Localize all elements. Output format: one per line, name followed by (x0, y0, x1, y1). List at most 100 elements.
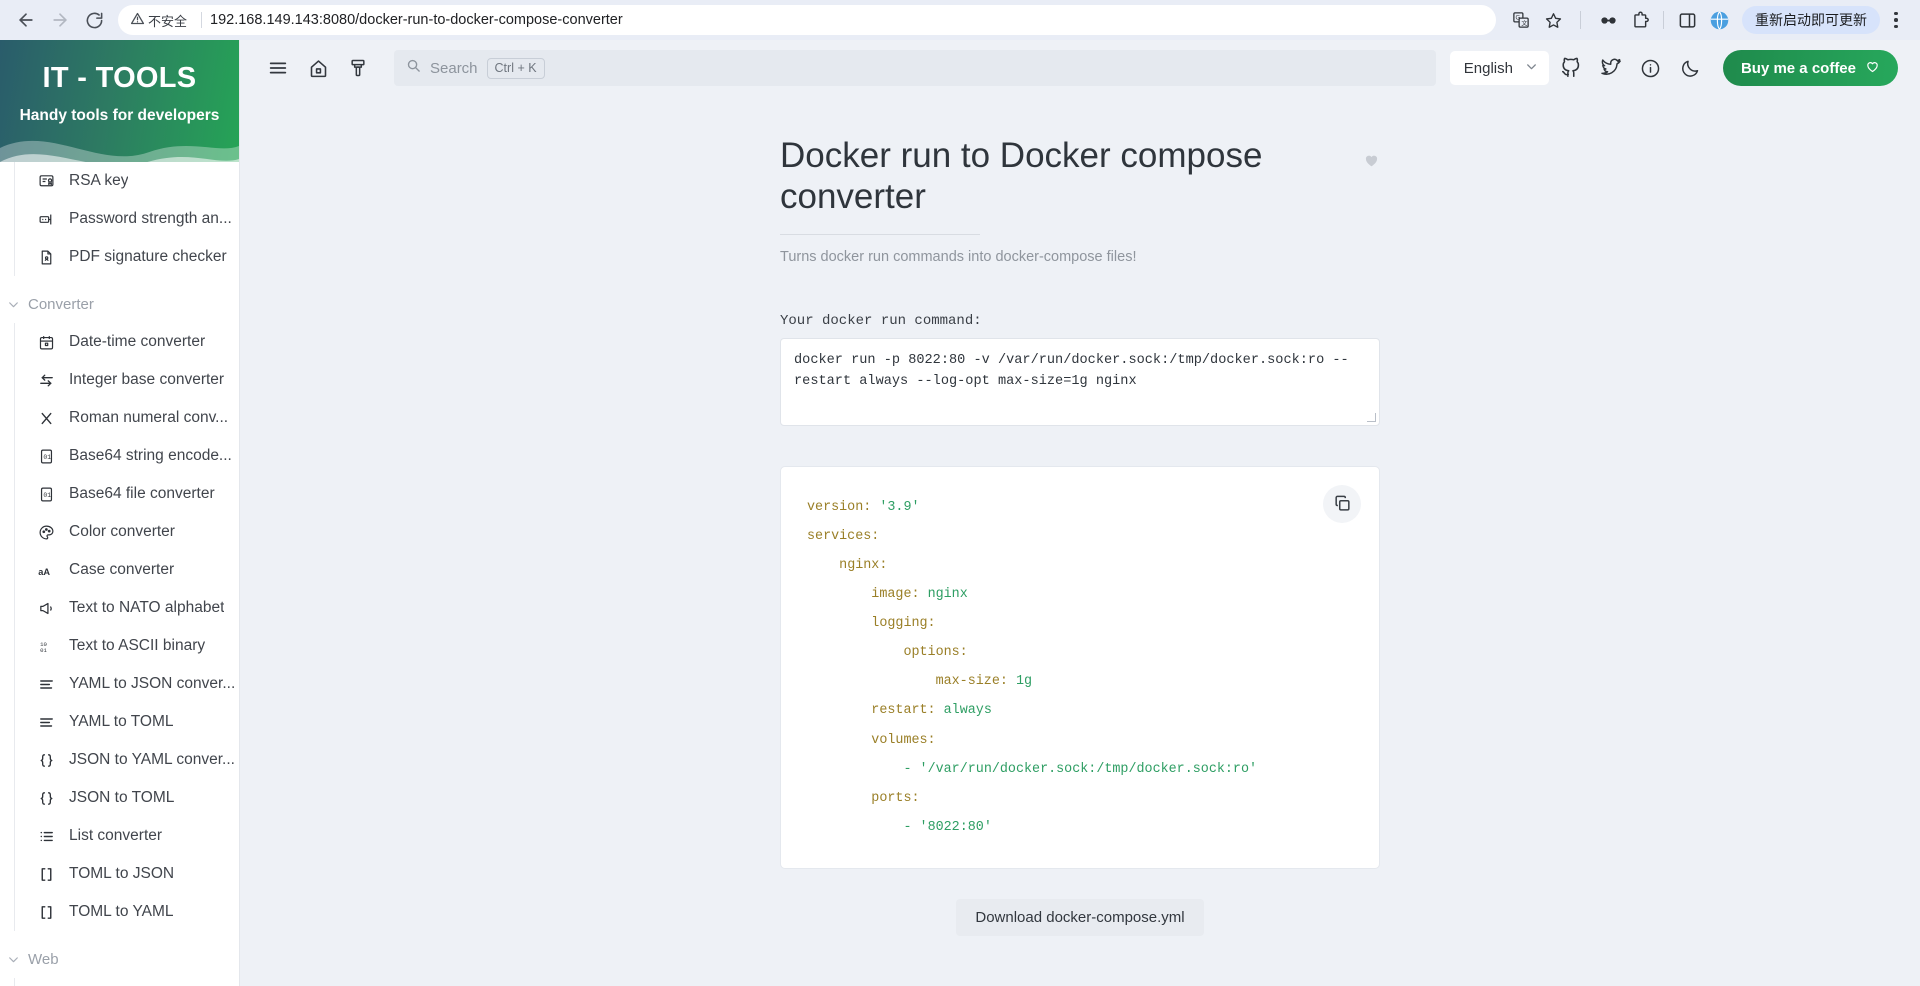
coffee-button-label: Buy me a coffee (1740, 59, 1856, 77)
title-divider (780, 233, 980, 235)
info-circle-icon[interactable] (1633, 50, 1669, 86)
copy-icon[interactable] (1323, 484, 1361, 523)
main-area: Search Ctrl + K English Buy me a coffee … (240, 40, 1920, 986)
sidebar-item-0[interactable]: RSA key (14, 162, 239, 200)
sidebar-item-converter-11[interactable]: JSON to YAML conver... (14, 741, 239, 779)
sidebar-item-label: Base64 file converter (69, 485, 215, 502)
sidebar-item-label: Roman numeral conv... (69, 409, 229, 426)
sidebar-item-converter-8[interactable]: 10 01 Text to ASCII binary (14, 627, 239, 665)
side-panel-icon[interactable] (1672, 5, 1702, 35)
lines-icon (37, 713, 55, 731)
update-label: 重新启动即可更新 (1755, 12, 1867, 28)
sidebar-item-label: Password strength an... (69, 210, 232, 227)
puzzle-extension-icon[interactable] (1625, 5, 1655, 35)
glasses-extension-icon[interactable] (1593, 5, 1623, 35)
reload-button[interactable] (78, 4, 110, 36)
svg-text:01: 01 (43, 454, 51, 461)
sidebar-item-converter-7[interactable]: Text to NATO alphabet (14, 589, 239, 627)
brand-header[interactable]: IT - TOOLS Handy tools for developers (0, 40, 239, 162)
sidebar-nav-list: RSA key Password strength an... PDF signat… (0, 162, 239, 986)
sidebar-item-2[interactable]: PDF signature checker (14, 238, 239, 276)
kebab-menu-icon (1894, 10, 1898, 30)
sidebar-item-converter-6[interactable]: aA Case converter (14, 551, 239, 589)
svg-text:01: 01 (43, 492, 51, 499)
sidebar-group-converter[interactable]: Converter (0, 285, 239, 323)
sidebar-item-converter-4[interactable]: 01 Base64 file converter (14, 475, 239, 513)
update-button[interactable]: 重新启动即可更新 (1742, 6, 1880, 34)
chevron-down-icon (1525, 60, 1538, 77)
square-brackets-icon (37, 865, 55, 883)
browser-actions: G文 重新启动即可更新 (1506, 5, 1910, 35)
sidebar-group-label: Web (28, 950, 59, 968)
sidebar-item-1[interactable]: Password strength an... (14, 200, 239, 238)
profile-avatar-icon[interactable] (1704, 5, 1734, 35)
moon-icon[interactable] (1673, 50, 1709, 86)
download-compose-button[interactable]: Download docker-compose.yml (956, 898, 1204, 936)
certificate-icon (37, 172, 55, 190)
sidebar-item-converter-10[interactable]: YAML to TOML (14, 703, 239, 741)
sidebar-item-label: JSON to TOML (69, 789, 175, 806)
github-icon[interactable] (1553, 50, 1589, 86)
browser-menu-button[interactable] (1882, 5, 1910, 35)
buy-me-a-coffee-button[interactable]: Buy me a coffee (1722, 50, 1898, 86)
sidebar-item-converter-0[interactable]: Date-time converter (14, 323, 239, 361)
address-bar[interactable]: 不安全 192.168.149.143:8080/docker-run-to-d… (118, 5, 1496, 35)
star-icon[interactable] (1538, 5, 1568, 35)
sidebar-item-converter-3[interactable]: 01 Base64 string encode... (14, 437, 239, 475)
brand-subtitle: Handy tools for developers (19, 107, 220, 124)
hamburger-menu-icon[interactable] (258, 48, 298, 88)
sidebar-item-converter-9[interactable]: YAML to JSON conver... (14, 665, 239, 703)
back-button[interactable] (10, 4, 42, 36)
sidebar-item-converter-12[interactable]: JSON to TOML (14, 779, 239, 817)
list-icon (37, 827, 55, 845)
search-input[interactable]: Search Ctrl + K (394, 50, 1436, 86)
file-binary-icon: 01 (37, 447, 55, 465)
input-label: Your docker run command: (780, 312, 982, 329)
twitter-icon[interactable] (1593, 50, 1629, 86)
sidebar-group-label: Converter (28, 295, 94, 313)
sidebar-item-converter-14[interactable]: TOML to JSON (14, 855, 239, 893)
brand-title: IT - TOOLS (42, 62, 197, 94)
favorite-heart-icon[interactable] (1353, 152, 1380, 174)
sidebar-item-converter-2[interactable]: Roman numeral conv... (14, 399, 239, 437)
omnibox-divider (201, 12, 203, 28)
sidebar-item-converter-1[interactable]: Integer base converter (14, 361, 239, 399)
sidebar-item-label: Base64 string encode... (69, 447, 232, 464)
sidebar-item-label: PDF signature checker (69, 248, 227, 265)
letter-case-icon: aA (37, 561, 55, 579)
language-select[interactable]: English (1449, 51, 1549, 85)
security-status-chip[interactable]: 不安全 (126, 9, 193, 32)
language-value: English (1463, 59, 1513, 77)
sidebar-item-converter-15[interactable]: TOML to YAML (14, 893, 239, 931)
translate-icon[interactable]: G文 (1506, 5, 1536, 35)
page-body: IT - TOOLS Handy tools for developers RS… (0, 40, 1920, 986)
page-subtitle: Turns docker run commands into docker-co… (780, 248, 1137, 265)
sidebar: IT - TOOLS Handy tools for developers RS… (0, 40, 240, 986)
pdf-signature-icon (37, 248, 55, 266)
browser-toolbar: 不安全 192.168.149.143:8080/docker-run-to-d… (0, 0, 1920, 40)
compose-yaml-output: version: '3.9' services: nginx: image: n… (807, 499, 1258, 835)
sidebar-group-web[interactable]: Web (0, 940, 239, 978)
url-text: 192.168.149.143:8080/docker-run-to-docke… (210, 12, 623, 28)
megaphone-icon (37, 599, 55, 617)
sidebar-item-converter-5[interactable]: Color converter (14, 513, 239, 551)
download-button-label: Download docker-compose.yml (975, 908, 1185, 926)
search-placeholder: Search (430, 59, 478, 77)
sidebar-item-label: Text to NATO alphabet (69, 599, 225, 616)
content-scroll[interactable]: Docker run to Docker compose converter T… (240, 96, 1920, 986)
square-brackets-icon (37, 903, 55, 921)
security-label: 不安全 (148, 13, 188, 29)
sidebar-item-web-0[interactable]: Encode/decode url fo... (14, 978, 239, 986)
sidebar-item-label: Color converter (69, 523, 175, 540)
sidebar-nav[interactable]: RSA key Password strength an... PDF signat… (0, 162, 239, 986)
calendar-icon (37, 333, 55, 351)
sidebar-item-label: JSON to YAML conver... (69, 751, 235, 768)
paint-brush-icon[interactable] (338, 48, 378, 88)
home-icon[interactable] (298, 48, 338, 88)
sidebar-item-label: Case converter (69, 561, 175, 578)
sidebar-item-label: YAML to JSON conver... (69, 675, 236, 692)
docker-run-command-input[interactable] (780, 337, 1380, 426)
sidebar-item-label: List converter (69, 827, 163, 844)
sidebar-item-converter-13[interactable]: List converter (14, 817, 239, 855)
forward-button[interactable] (44, 4, 76, 36)
